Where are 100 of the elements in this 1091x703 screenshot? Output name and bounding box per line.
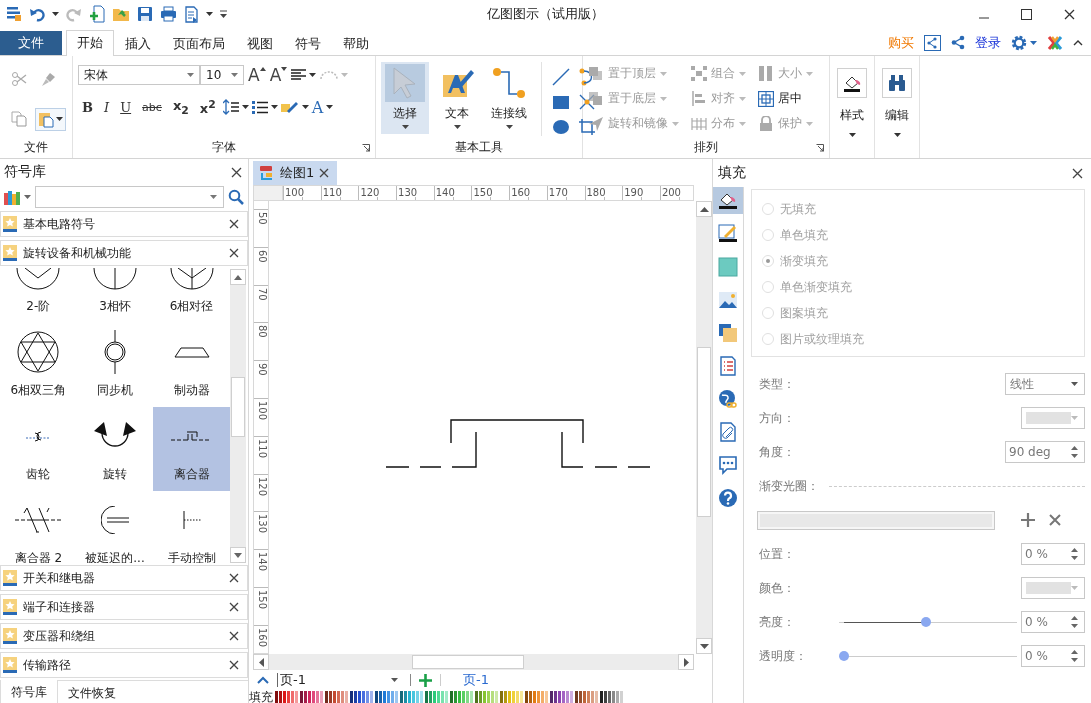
color-palette-drawing[interactable] [275,691,625,703]
spin-arrows-icon[interactable] [1071,446,1078,458]
paste-button[interactable] [35,107,66,131]
color-dropdown[interactable] [1021,577,1085,599]
caret-icon[interactable] [893,133,901,137]
new-document-icon[interactable] [89,5,105,23]
symbol-item[interactable]: 旋转 [76,407,154,491]
caret-icon[interactable] [309,73,317,77]
app-logo-icon[interactable] [6,6,22,22]
connector-tool-button[interactable]: 连接线 [485,62,533,134]
horizontal-scrollbar[interactable] [253,654,694,670]
login-link[interactable]: 登录 [975,33,1001,52]
export-icon[interactable] [184,5,199,23]
symbol-item[interactable]: 离合器 [153,407,230,491]
gradient-type-dropdown[interactable]: 线性 [1005,373,1085,395]
caret-icon[interactable] [24,195,31,199]
line-spacing-icon[interactable] [222,99,239,115]
folder-icon[interactable] [112,6,130,22]
category-header[interactable]: 基本电路符号 [0,211,248,237]
document-tab[interactable]: 绘图1 [253,161,338,185]
caret-icon[interactable] [1071,382,1078,386]
gear-icon[interactable] [1011,34,1027,51]
scrollbar-thumb[interactable] [231,377,245,437]
brightness-spinbox[interactable]: 0 % [1021,611,1085,633]
rectangle-icon[interactable] [552,93,570,111]
close-icon[interactable] [229,602,239,612]
caret-icon[interactable] [391,678,398,682]
page-tab[interactable]: 页-1 [463,671,489,689]
subscript-button[interactable]: x$_{2}$ [168,97,193,117]
panel-tab[interactable]: 符号库 [0,680,58,703]
caret-icon[interactable] [453,125,461,129]
undo-icon[interactable] [29,6,45,22]
ribbon-tab[interactable]: 页面布局 [162,31,236,56]
close-icon[interactable] [229,660,239,670]
slider-thumb[interactable] [921,617,932,627]
scroll-up-icon[interactable] [234,274,242,280]
scroll-down-icon[interactable] [234,552,242,558]
close-icon[interactable] [319,168,330,178]
caret-icon[interactable] [206,12,213,16]
underline-button[interactable]: U [116,99,136,115]
font-color-button[interactable]: A [311,97,334,117]
symbol-item[interactable]: 被延迟的... [76,491,154,563]
category-header[interactable]: 变压器和绕组 [0,623,248,649]
page-dropdown[interactable]: 页-1 [277,673,402,687]
angle-spinbox[interactable]: 90 deg [1005,441,1085,463]
caret-icon[interactable] [270,105,278,109]
close-icon[interactable] [229,219,239,229]
file-menu-tab[interactable]: 文件 [0,31,62,55]
scrollbar-thumb[interactable] [697,347,711,517]
category-header[interactable]: 传输路径 [0,652,248,678]
caret-icon[interactable] [241,105,249,109]
transparency-spinbox[interactable]: 0 % [1021,645,1085,667]
collapse-icon[interactable] [1073,39,1083,46]
line-icon[interactable] [552,68,570,86]
category-header[interactable]: 开关和继电器 [0,565,248,591]
spin-arrows-icon[interactable] [1071,650,1078,662]
style-button[interactable]: 样式 [835,62,869,137]
ellipse-icon[interactable] [552,118,570,136]
printer-icon[interactable] [160,6,177,22]
slider-thumb[interactable] [839,651,849,661]
vertical-scrollbar[interactable] [230,269,246,563]
caret-icon[interactable] [52,12,59,16]
select-tool-button[interactable]: 选择 [381,62,429,134]
app-logo-icon[interactable] [1047,34,1063,51]
symbol-item[interactable]: 3相怀 [76,267,154,323]
arrange-menu-button[interactable]: 居中 [758,89,813,108]
scrollbar-thumb[interactable] [412,655,524,669]
text-tool-button[interactable]: 文本 [433,62,481,134]
panel-icon-tab[interactable] [713,187,743,214]
close-icon[interactable] [229,248,239,258]
spin-arrows-icon[interactable] [1071,548,1078,560]
expand-up-icon[interactable] [257,676,269,684]
superscript-button[interactable]: x$^{2}$ [195,97,220,117]
symbol-item[interactable]: 离合器 2 [0,491,77,563]
caret-icon[interactable] [848,133,856,137]
library-books-icon[interactable] [4,189,20,205]
symbol-item[interactable]: 齿轮 [0,407,77,491]
add-stop-icon[interactable] [1021,513,1035,527]
ribbon-tab[interactable]: 开始 [66,30,114,56]
caret-icon[interactable] [505,125,513,129]
close-icon[interactable] [231,166,242,178]
share-icon[interactable] [951,35,965,50]
edit-button[interactable]: 编辑 [880,62,914,137]
add-page-icon[interactable] [419,673,432,687]
scroll-right-icon[interactable] [683,657,689,667]
symbol-item[interactable]: 2-阶 [0,267,77,323]
close-icon[interactable] [229,573,239,583]
strikethrough-button[interactable]: abc [138,100,166,114]
symbol-item[interactable]: 制动器 [153,323,230,407]
panel-tab[interactable]: 文件恢复 [58,681,126,703]
vertical-scrollbar[interactable] [696,201,712,654]
scroll-up-icon[interactable] [699,206,709,212]
category-header[interactable]: 端子和连接器 [0,594,248,620]
caret-icon[interactable] [56,117,63,121]
italic-button[interactable]: I [100,99,114,115]
bold-button[interactable]: B [78,99,97,115]
highlight-pen-icon[interactable] [280,100,299,114]
ribbon-tab[interactable]: 符号 [284,31,332,56]
save-icon[interactable] [137,6,153,22]
dialog-launcher-icon[interactable] [816,144,824,152]
